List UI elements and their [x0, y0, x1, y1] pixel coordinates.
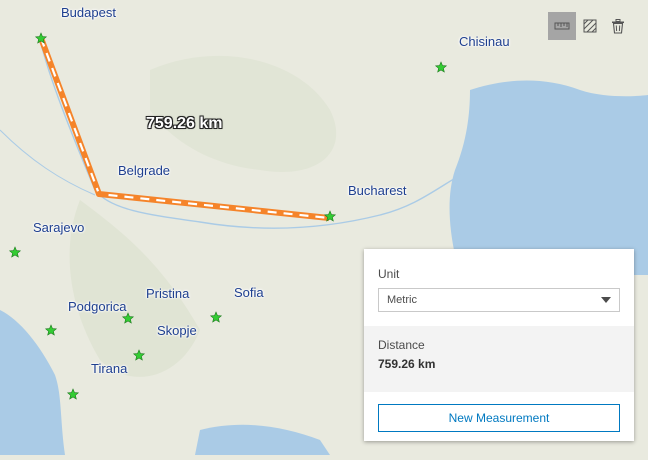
city-label-sarajevo: Sarajevo	[33, 220, 84, 235]
city-label-budapest: Budapest	[61, 5, 116, 20]
area-tool-button[interactable]	[576, 12, 604, 40]
measurement-distance-label: 759.26 km	[146, 115, 223, 133]
distance-tool-icon	[554, 20, 570, 32]
city-label-skopje: Skopje	[157, 323, 197, 338]
city-label-bucharest: Bucharest	[348, 183, 407, 198]
city-label-chisinau: Chisinau	[459, 34, 510, 49]
city-label-sofia: Sofia	[234, 285, 264, 300]
city-label-belgrade: Belgrade	[118, 163, 170, 178]
black-sea	[450, 81, 648, 275]
new-measurement-button[interactable]: New Measurement	[378, 404, 620, 432]
unit-select-value: Metric	[387, 294, 417, 306]
unit-select[interactable]: Metric	[378, 288, 620, 312]
measurement-panel: Unit Metric Distance 759.26 km New Measu…	[364, 249, 634, 441]
trash-icon	[611, 19, 625, 34]
distance-label: Distance	[378, 338, 620, 352]
city-label-podgorica: Podgorica	[68, 299, 127, 314]
distance-value: 759.26 km	[378, 357, 620, 371]
area-tool-icon	[582, 18, 598, 34]
distance-section: Distance 759.26 km	[364, 326, 634, 392]
measure-toolbar	[548, 12, 632, 40]
clear-button[interactable]	[604, 12, 632, 40]
unit-label: Unit	[378, 267, 620, 281]
measure-vertex	[96, 191, 102, 197]
chevron-down-icon	[601, 297, 611, 303]
city-label-tirana: Tirana	[91, 361, 127, 376]
unit-section: Unit Metric	[364, 249, 634, 326]
distance-tool-button[interactable]	[548, 12, 576, 40]
city-label-pristina: Pristina	[146, 286, 189, 301]
